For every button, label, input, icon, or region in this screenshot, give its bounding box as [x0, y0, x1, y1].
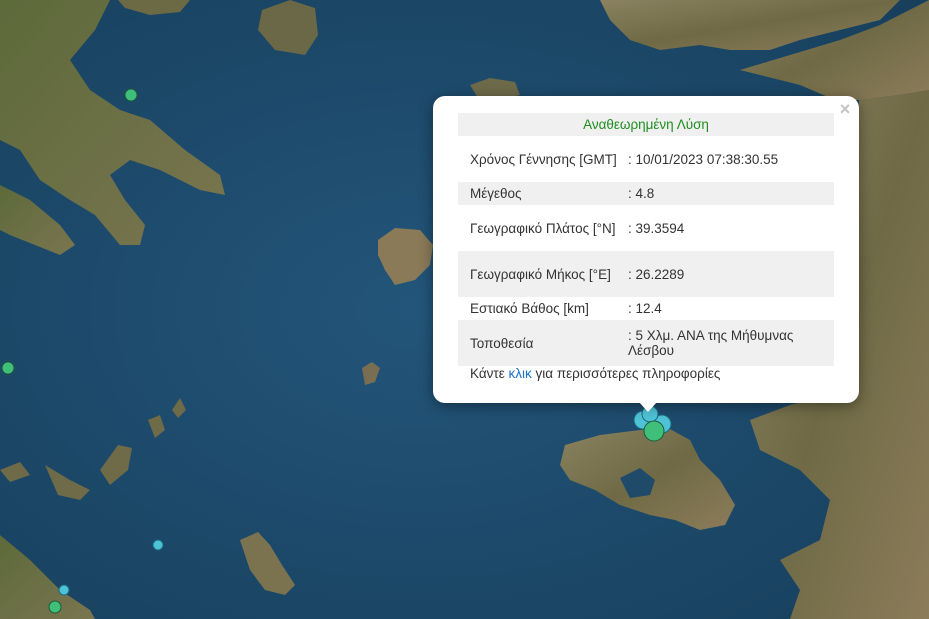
- magnitude-label: Μέγεθος: [458, 182, 628, 205]
- location-value: : 5 Χλμ. ΑΝΑ της Μήθυμνας Λέσβου: [628, 320, 834, 366]
- popup-tip: [639, 402, 657, 412]
- more-info-text: Κάντε κλικ για περισσότερες πληροφορίες: [470, 366, 720, 381]
- earthquake-marker-selected[interactable]: [643, 420, 665, 442]
- latitude-label: Γεωγραφικό Πλάτος [°N]: [470, 220, 616, 236]
- popup-title: Αναθεωρημένη Λύση: [458, 113, 834, 136]
- footer-suffix: για περισσότερες πληροφορίες: [535, 366, 721, 381]
- earthquake-marker[interactable]: [124, 88, 138, 102]
- origin-time-label: Χρόνος Γέννησης [GMT]: [470, 151, 617, 167]
- more-info-link[interactable]: κλικ: [509, 366, 532, 381]
- earthquake-marker[interactable]: [58, 584, 70, 596]
- location-label: Τοποθεσία: [458, 320, 628, 366]
- close-icon[interactable]: ×: [837, 100, 853, 118]
- magnitude-value: : 4.8: [628, 182, 834, 205]
- earthquake-marker[interactable]: [1, 361, 15, 375]
- origin-time-value: : 10/01/2023 07:38:30.55: [628, 151, 779, 167]
- longitude-value: : 26.2289: [628, 251, 834, 297]
- longitude-label: Γεωγραφικό Μήκος [°E]: [458, 251, 628, 297]
- earthquake-details-table: Αναθεωρημένη Λύση Χρόνος Γέννησης [GMT] …: [458, 113, 834, 366]
- earthquake-marker[interactable]: [48, 600, 62, 614]
- earthquake-marker[interactable]: [152, 539, 164, 551]
- depth-label: Εστιακό Βάθος [km]: [470, 301, 589, 316]
- footer-prefix: Κάντε: [470, 366, 505, 381]
- latitude-value: : 39.3594: [628, 220, 685, 236]
- depth-value: : 12.4: [628, 301, 662, 316]
